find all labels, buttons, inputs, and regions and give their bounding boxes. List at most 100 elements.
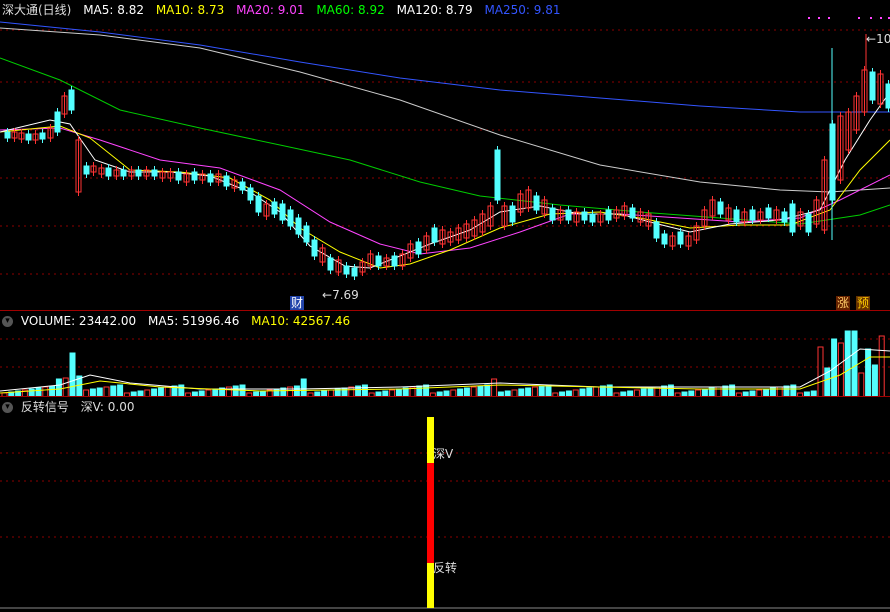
volume-bar bbox=[55, 378, 62, 397]
ma60-label: MA60: 8.92 bbox=[316, 3, 385, 17]
candle-body bbox=[327, 257, 334, 271]
collapse-circle-icon[interactable]: ▾ bbox=[2, 316, 13, 327]
volume-bar bbox=[851, 330, 858, 397]
vol-ma10-line bbox=[0, 356, 890, 394]
candle-body bbox=[120, 169, 127, 177]
ma120-line bbox=[0, 27, 890, 193]
candle-body bbox=[279, 203, 286, 221]
candle-body bbox=[765, 207, 772, 219]
signal-chart[interactable] bbox=[0, 397, 890, 612]
candle-body bbox=[135, 169, 142, 177]
candle-body bbox=[83, 165, 90, 175]
candle-body bbox=[415, 241, 422, 255]
candle-body bbox=[287, 209, 294, 227]
ma120-label: MA120: 8.79 bbox=[396, 3, 473, 17]
candle-body bbox=[509, 205, 516, 223]
volume-panel[interactable]: ▾ VOLUME: 23442.00 MA5: 51996.46 MA10: 4… bbox=[0, 311, 890, 397]
candle-body bbox=[549, 207, 556, 221]
candle-body bbox=[431, 227, 438, 243]
candle-body bbox=[39, 132, 46, 140]
candle-body bbox=[68, 89, 75, 111]
event-dot bbox=[808, 17, 810, 19]
event-dot bbox=[858, 17, 860, 19]
signal-value: 深V: 0.00 bbox=[80, 400, 135, 414]
candle-body bbox=[25, 133, 32, 141]
candle-body bbox=[677, 231, 684, 245]
candle-body bbox=[629, 207, 636, 219]
candle-body bbox=[54, 111, 61, 133]
ma20-label: MA20: 9.01 bbox=[236, 3, 305, 17]
candle-body bbox=[805, 213, 812, 233]
candle-body bbox=[565, 209, 572, 221]
candle-body bbox=[749, 209, 756, 221]
signal-header: ▾ 反转信号 深V: 0.00 bbox=[2, 399, 142, 415]
ma250-line bbox=[0, 21, 890, 113]
candle-body bbox=[295, 217, 302, 235]
volume-label: VOLUME: 23442.00 bbox=[20, 314, 137, 328]
ma10-label: MA10: 8.73 bbox=[155, 3, 225, 17]
candle-body bbox=[789, 203, 796, 233]
candle-body bbox=[351, 267, 358, 277]
candle-body bbox=[661, 233, 668, 245]
volume-bar bbox=[858, 372, 865, 397]
candle-body bbox=[255, 195, 262, 213]
signal-bar-mid bbox=[427, 463, 434, 563]
candle-body bbox=[733, 209, 740, 223]
low-price-marker: ←7.69 bbox=[322, 288, 359, 302]
candle-body bbox=[391, 255, 398, 267]
high-price-marker: ←10 bbox=[866, 32, 890, 46]
candle-body bbox=[581, 211, 588, 221]
volume-bar bbox=[844, 330, 851, 397]
volume-bar bbox=[300, 378, 307, 397]
candle-body bbox=[343, 265, 350, 275]
candle-body bbox=[239, 181, 246, 191]
event-dot bbox=[818, 17, 820, 19]
event-badge-yu[interactable]: 预 bbox=[856, 296, 871, 310]
volume-bar bbox=[491, 378, 498, 397]
signal-panel[interactable]: ▾ 反转信号 深V: 0.00 深V 反转 bbox=[0, 397, 890, 612]
candle-body bbox=[223, 175, 230, 187]
volume-bar bbox=[69, 352, 76, 397]
signal-label-shenv: 深V bbox=[433, 447, 454, 461]
vol-ma5-label: MA5: 51996.46 bbox=[148, 314, 240, 328]
price-panel[interactable]: 深大通(日线) MA5: 8.82 MA10: 8.73 MA20: 9.01 … bbox=[0, 0, 890, 311]
volume-header: ▾ VOLUME: 23442.00 MA5: 51996.46 MA10: 4… bbox=[2, 313, 358, 329]
event-dot bbox=[880, 17, 882, 19]
candle-body bbox=[4, 131, 11, 139]
event-badge-cai[interactable]: 财 bbox=[290, 296, 305, 310]
candle-body bbox=[589, 213, 596, 223]
signal-label-fanzhuan: 反转 bbox=[433, 561, 458, 575]
price-chart[interactable] bbox=[0, 0, 890, 311]
candle-body bbox=[311, 239, 318, 257]
event-badge-zhang[interactable]: 涨 bbox=[836, 296, 851, 310]
candle-body bbox=[885, 83, 890, 109]
stock-title[interactable]: 深大通(日线) bbox=[2, 3, 71, 17]
event-dot bbox=[828, 17, 830, 19]
low-arrow-icon: ← bbox=[322, 288, 333, 302]
vol-ma10-label: MA10: 42567.46 bbox=[251, 314, 351, 328]
ma250-label: MA250: 9.81 bbox=[484, 3, 561, 17]
candle-body bbox=[717, 201, 724, 215]
high-arrow-icon: ← bbox=[866, 32, 877, 46]
candle-body bbox=[375, 255, 382, 267]
candle-body bbox=[653, 221, 660, 239]
signal-title: 反转信号 bbox=[20, 400, 69, 414]
candle-body bbox=[191, 171, 198, 181]
candle-body bbox=[207, 173, 214, 183]
candle-body bbox=[271, 201, 278, 215]
candle-body bbox=[494, 149, 501, 201]
candle-body bbox=[303, 225, 310, 243]
ma10-line bbox=[0, 125, 890, 269]
volume-bar bbox=[837, 342, 844, 397]
candle-body bbox=[247, 187, 254, 201]
candle-body bbox=[533, 195, 540, 211]
ma5-label: MA5: 8.82 bbox=[83, 3, 144, 17]
candle-body bbox=[105, 167, 112, 177]
candle-body bbox=[781, 211, 788, 223]
collapse-circle-icon[interactable]: ▾ bbox=[2, 402, 13, 413]
volume-bar bbox=[817, 346, 824, 397]
candle-body bbox=[869, 71, 876, 101]
candle-body bbox=[151, 169, 158, 177]
event-dot bbox=[870, 17, 872, 19]
volume-bar bbox=[865, 348, 872, 397]
